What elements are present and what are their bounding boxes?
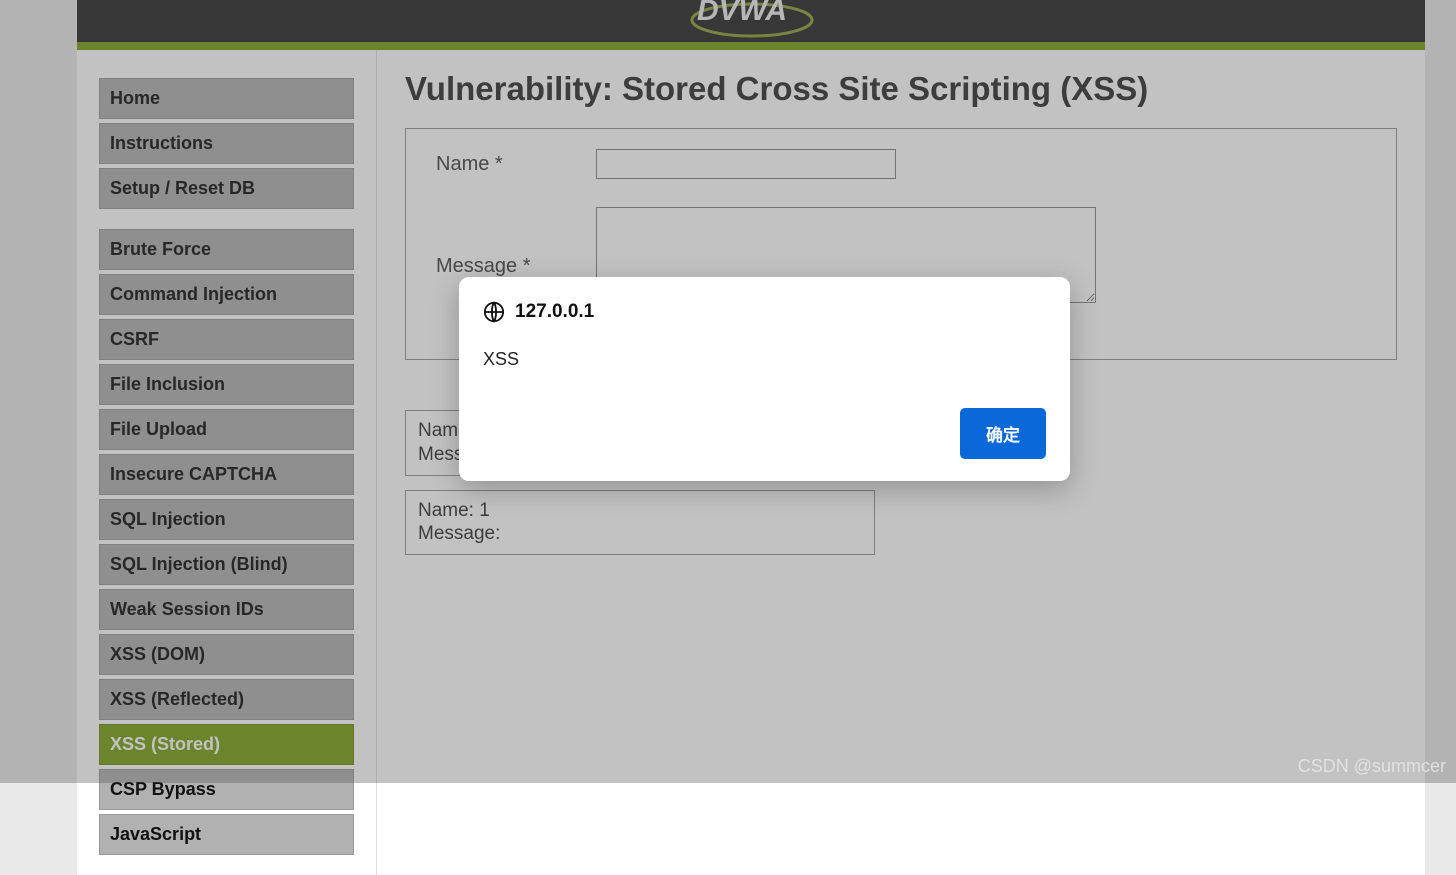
nav-group-1: Home Instructions Setup / Reset DB <box>99 78 354 209</box>
sidebar-item-brute-force[interactable]: Brute Force <box>99 229 354 270</box>
name-input[interactable] <box>596 149 896 179</box>
sidebar-item-xss-dom[interactable]: XSS (DOM) <box>99 634 354 675</box>
page-title: Vulnerability: Stored Cross Site Scripti… <box>405 70 1397 108</box>
sidebar-item-javascript[interactable]: JavaScript <box>99 814 354 855</box>
sidebar-item-weak-session-ids[interactable]: Weak Session IDs <box>99 589 354 630</box>
header-bar: DVWA <box>77 0 1425 42</box>
sidebar-item-sql-injection[interactable]: SQL Injection <box>99 499 354 540</box>
dialog-actions: 确定 <box>483 408 1046 459</box>
app-logo: DVWA <box>667 0 837 40</box>
nav-group-2: Brute Force Command Injection CSRF File … <box>99 229 354 855</box>
sidebar-item-file-upload[interactable]: File Upload <box>99 409 354 450</box>
globe-icon <box>483 301 505 323</box>
alert-dialog: 127.0.0.1 XSS 确定 <box>459 277 1070 481</box>
sidebar-item-home[interactable]: Home <box>99 78 354 119</box>
sidebar-item-xss-stored[interactable]: XSS (Stored) <box>99 724 354 765</box>
sidebar-item-setup-reset-db[interactable]: Setup / Reset DB <box>99 168 354 209</box>
form-row-name: Name * <box>436 149 1366 179</box>
accent-bar <box>77 42 1425 50</box>
sidebar-item-instructions[interactable]: Instructions <box>99 123 354 164</box>
sidebar-item-file-inclusion[interactable]: File Inclusion <box>99 364 354 405</box>
sidebar-item-command-injection[interactable]: Command Injection <box>99 274 354 315</box>
sidebar-item-insecure-captcha[interactable]: Insecure CAPTCHA <box>99 454 354 495</box>
guestbook-entry: Name: 1 Message: <box>405 490 875 556</box>
dialog-message: XSS <box>483 349 1046 370</box>
dialog-origin: 127.0.0.1 <box>515 301 594 323</box>
watermark: CSDN @summcer <box>1298 756 1446 777</box>
sidebar-item-csrf[interactable]: CSRF <box>99 319 354 360</box>
entry-name-line: Name: 1 <box>418 499 862 523</box>
dialog-header: 127.0.0.1 <box>483 301 1046 323</box>
name-label: Name * <box>436 149 596 176</box>
logo-text: DVWA <box>697 0 787 27</box>
sidebar-item-csp-bypass[interactable]: CSP Bypass <box>99 769 354 810</box>
ok-button[interactable]: 确定 <box>960 408 1046 459</box>
sidebar: Home Instructions Setup / Reset DB Brute… <box>77 50 377 875</box>
sidebar-item-sql-injection-blind[interactable]: SQL Injection (Blind) <box>99 544 354 585</box>
sidebar-item-xss-reflected[interactable]: XSS (Reflected) <box>99 679 354 720</box>
message-label: Message * <box>436 207 596 278</box>
entry-message-line: Message: <box>418 522 862 546</box>
